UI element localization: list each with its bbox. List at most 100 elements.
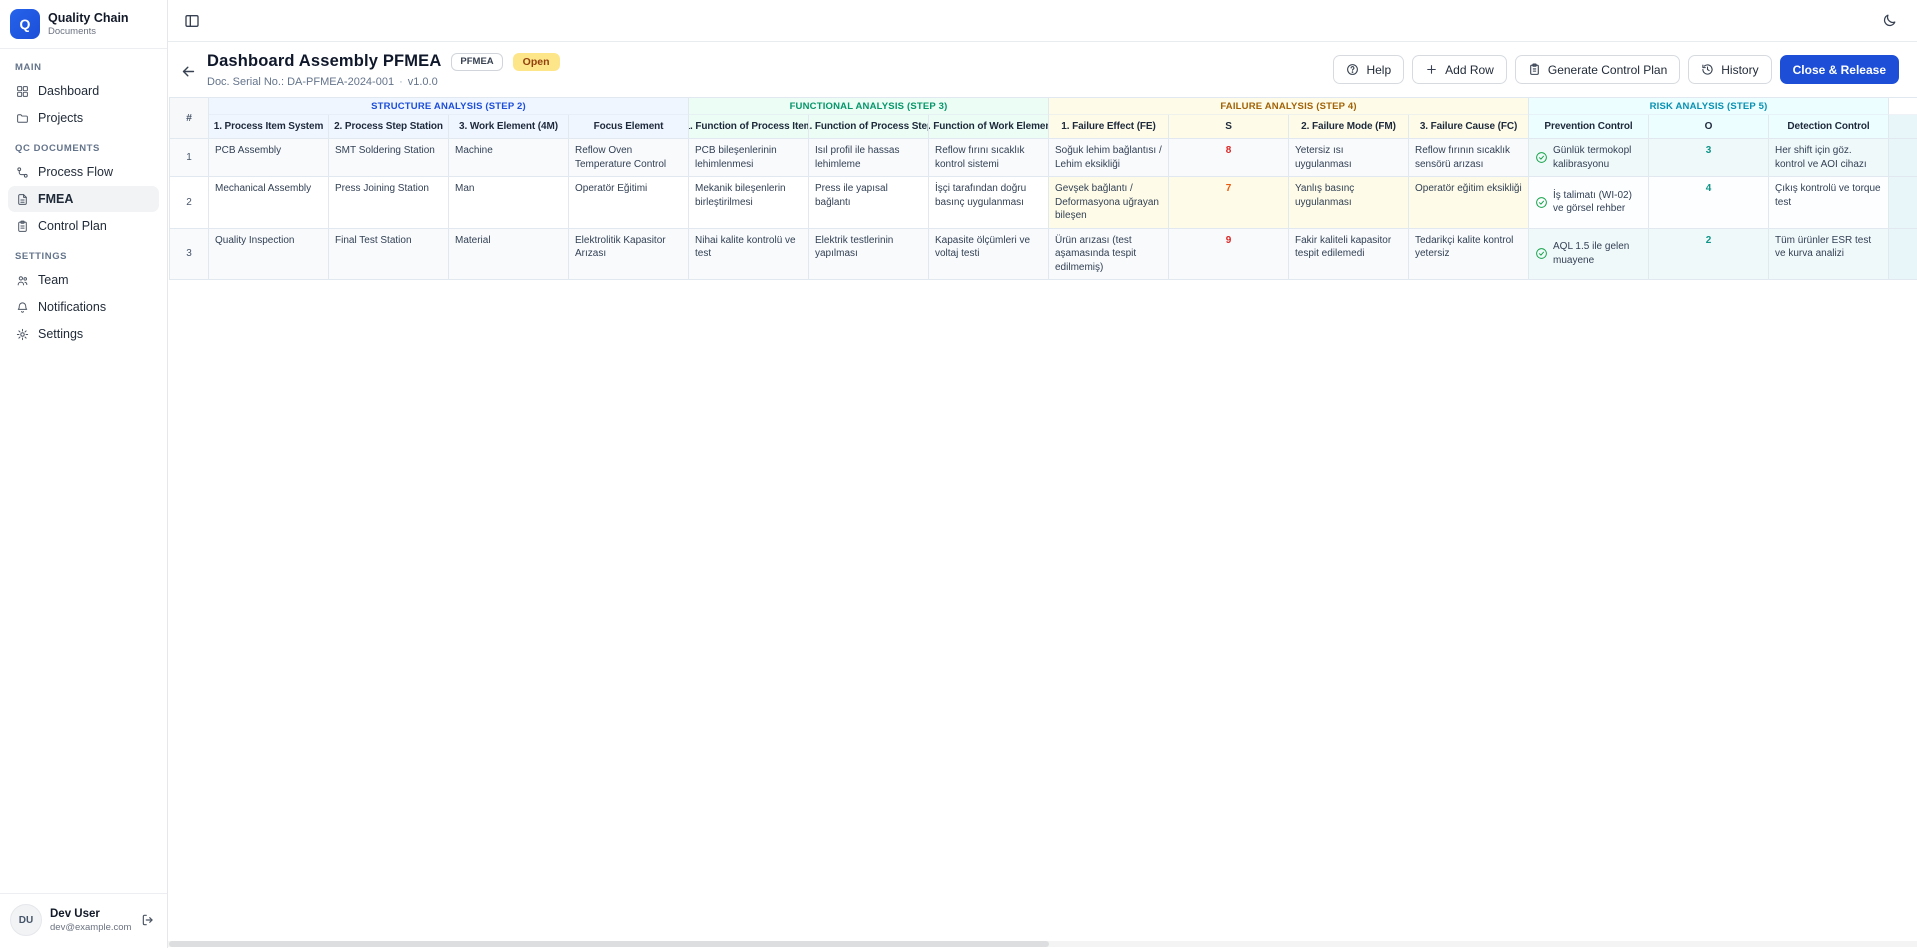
sidebar-item-label: Control Plan bbox=[38, 219, 107, 233]
column-header-2-function-of-process-step: 2. Function of Process Step bbox=[809, 115, 929, 139]
cell-failure-mode[interactable]: Fakir kaliteli kapasitor tespit edilemed… bbox=[1289, 229, 1409, 281]
file-icon bbox=[16, 193, 29, 206]
column-header-cutoff bbox=[1889, 115, 1917, 139]
sidebar-item-projects[interactable]: Projects bbox=[8, 105, 159, 131]
sidebar-item-dashboard[interactable]: Dashboard bbox=[8, 78, 159, 104]
sidebar-item-settings[interactable]: Settings bbox=[8, 321, 159, 347]
cell-occurrence[interactable]: 2 bbox=[1649, 229, 1769, 281]
cell-process-step[interactable]: Press Joining Station bbox=[329, 177, 449, 229]
logout-icon[interactable] bbox=[141, 913, 155, 927]
add-row-button[interactable]: Add Row bbox=[1412, 55, 1507, 84]
sidebar-item-label: Projects bbox=[38, 111, 83, 125]
content-header: Dashboard Assembly PFMEA PFMEA Open Doc.… bbox=[168, 42, 1917, 96]
doc-serial-number: Doc. Serial No.: DA-PFMEA-2024-001 bbox=[207, 76, 394, 88]
cell-prevention-control[interactable]: İş talimatı (WI-02) ve görsel rehber bbox=[1529, 177, 1649, 229]
sidebar-item-notifications[interactable]: Notifications bbox=[8, 294, 159, 320]
history-label: History bbox=[1721, 63, 1758, 77]
group-cutoff bbox=[1889, 98, 1917, 115]
cell-focus-element[interactable]: Elektrolitik Kapasitor Arızası bbox=[569, 229, 689, 281]
cell-process-item[interactable]: Quality Inspection bbox=[209, 229, 329, 281]
cell-failure-cause[interactable]: Operatör eğitim eksikliği bbox=[1409, 177, 1529, 229]
sidebar-nav: MAINDashboardProjectsQC DOCUMENTSProcess… bbox=[0, 49, 167, 893]
doc-version: v1.0.0 bbox=[408, 76, 438, 88]
cell-detection-control[interactable]: Tüm ürünler ESR test ve kurva analizi bbox=[1769, 229, 1889, 281]
help-button[interactable]: Help bbox=[1333, 55, 1404, 84]
cell-failure-mode[interactable]: Yetersiz ısı uygulanması bbox=[1289, 139, 1409, 177]
cell-failure-mode[interactable]: Yanlış basınç uygulanması bbox=[1289, 177, 1409, 229]
cell-detection-control[interactable]: Çıkış kontrolü ve torque test bbox=[1769, 177, 1889, 229]
dark-mode-icon[interactable] bbox=[1882, 13, 1897, 28]
sidebar-toggle-icon[interactable] bbox=[184, 13, 200, 29]
cell-func-process-step[interactable]: Isıl profil ile hassas lehimleme bbox=[809, 139, 929, 177]
cell-work-element[interactable]: Material bbox=[449, 229, 569, 281]
column-header-3-work-element-4m: 3. Work Element (4M) bbox=[449, 115, 569, 139]
cell-failure-cause[interactable]: Tedarikçi kalite kontrol yetersiz bbox=[1409, 229, 1529, 281]
cell-failure-effect[interactable]: Soğuk lehim bağlantısı / Lehim eksikliği bbox=[1049, 139, 1169, 177]
cell-work-element[interactable]: Machine bbox=[449, 139, 569, 177]
cell-occurrence[interactable]: 4 bbox=[1649, 177, 1769, 229]
cell-prevention-control[interactable]: AQL 1.5 ile gelen muayene bbox=[1529, 229, 1649, 281]
cell-work-element[interactable]: Man bbox=[449, 177, 569, 229]
column-header-s: S bbox=[1169, 115, 1289, 139]
sidebar-item-process-flow[interactable]: Process Flow bbox=[8, 159, 159, 185]
main-area: Dashboard Assembly PFMEA PFMEA Open Doc.… bbox=[168, 0, 1917, 948]
cell-failure-effect[interactable]: Ürün arızası (test aşamasında tespit edi… bbox=[1049, 229, 1169, 281]
sidebar-item-label: Dashboard bbox=[38, 84, 99, 98]
cell-process-item[interactable]: PCB Assembly bbox=[209, 139, 329, 177]
cell-func-process-item[interactable]: Mekanik bileşenlerin birleştirilmesi bbox=[689, 177, 809, 229]
group-structure-analysis-step-2: STRUCTURE ANALYSIS (STEP 2) bbox=[209, 98, 689, 115]
cell-failure-cause[interactable]: Reflow fırının sıcaklık sensörü arızası bbox=[1409, 139, 1529, 177]
cell-severity[interactable]: 7 bbox=[1169, 177, 1289, 229]
cell-detection-control[interactable]: Her shift için göz. kontrol ve AOI cihaz… bbox=[1769, 139, 1889, 177]
sidebar-item-label: Team bbox=[38, 273, 69, 287]
cell-process-step[interactable]: SMT Soldering Station bbox=[329, 139, 449, 177]
help-icon bbox=[1346, 63, 1359, 76]
bell-icon bbox=[16, 301, 29, 314]
cell-func-process-item[interactable]: Nihai kalite kontrolü ve test bbox=[689, 229, 809, 281]
folder-icon bbox=[16, 112, 29, 125]
column-header-detection-control: Detection Control bbox=[1769, 115, 1889, 139]
cell-process-item[interactable]: Mechanical Assembly bbox=[209, 177, 329, 229]
generate-control-plan-label: Generate Control Plan bbox=[1548, 63, 1667, 77]
topbar bbox=[168, 0, 1917, 42]
cell-func-work-element[interactable]: İşçi tarafından doğru basınç uygulanması bbox=[929, 177, 1049, 229]
generate-control-plan-button[interactable]: Generate Control Plan bbox=[1515, 55, 1680, 84]
cell-func-process-step[interactable]: Elektrik testlerinin yapılması bbox=[809, 229, 929, 281]
section-label: SETTINGS bbox=[0, 240, 167, 266]
help-label: Help bbox=[1366, 63, 1391, 77]
app-name: Quality Chain bbox=[48, 11, 129, 26]
cell-severity[interactable]: 8 bbox=[1169, 139, 1289, 177]
cell-occurrence[interactable]: 3 bbox=[1649, 139, 1769, 177]
close-release-button[interactable]: Close & Release bbox=[1780, 55, 1899, 84]
sidebar-item-team[interactable]: Team bbox=[8, 267, 159, 293]
cell-process-step[interactable]: Final Test Station bbox=[329, 229, 449, 281]
table-row: 1PCB AssemblySMT Soldering StationMachin… bbox=[170, 139, 1917, 177]
back-icon[interactable] bbox=[180, 55, 197, 88]
cell-severity[interactable]: 9 bbox=[1169, 229, 1289, 281]
table-header: # STRUCTURE ANALYSIS (STEP 2)FUNCTIONAL … bbox=[170, 98, 1917, 139]
cell-failure-effect[interactable]: Gevşek bağlantı / Deformasyona uğrayan b… bbox=[1049, 177, 1169, 229]
cell-func-work-element[interactable]: Reflow fırını sıcaklık kontrol sistemi bbox=[929, 139, 1049, 177]
cell-prevention-control[interactable]: Günlük termokopl kalibrasyonu bbox=[1529, 139, 1649, 177]
app-subtitle: Documents bbox=[48, 26, 129, 37]
section-label: MAIN bbox=[0, 51, 167, 77]
dashboard-icon bbox=[16, 85, 29, 98]
doc-serial: Doc. Serial No.: DA-PFMEA-2024-001·v1.0.… bbox=[207, 76, 560, 88]
cell-func-process-item[interactable]: PCB bileşenlerinin lehimlenmesi bbox=[689, 139, 809, 177]
cell-func-process-step[interactable]: Press ile yapısal bağlantı bbox=[809, 177, 929, 229]
cell-cutoff bbox=[1889, 229, 1917, 281]
sidebar-item-label: Notifications bbox=[38, 300, 106, 314]
column-header-3-function-of-work-element: 3. Function of Work Element bbox=[929, 115, 1049, 139]
cell-focus-element[interactable]: Operatör Eğitimi bbox=[569, 177, 689, 229]
check-circle-icon bbox=[1535, 196, 1548, 209]
sidebar-item-control-plan[interactable]: Control Plan bbox=[8, 213, 159, 239]
column-header-3-failure-cause-fc: 3. Failure Cause (FC) bbox=[1409, 115, 1529, 139]
column-header-2-process-step-station: 2. Process Step Station bbox=[329, 115, 449, 139]
horizontal-scrollbar-thumb[interactable] bbox=[169, 941, 1049, 947]
history-button[interactable]: History bbox=[1688, 55, 1771, 84]
cell-focus-element[interactable]: Reflow Oven Temperature Control bbox=[569, 139, 689, 177]
row-number: 2 bbox=[170, 177, 209, 229]
group-risk-analysis-step-5: RISK ANALYSIS (STEP 5) bbox=[1529, 98, 1889, 115]
cell-func-work-element[interactable]: Kapasite ölçümleri ve voltaj testi bbox=[929, 229, 1049, 281]
sidebar-item-fmea[interactable]: FMEA bbox=[8, 186, 159, 212]
